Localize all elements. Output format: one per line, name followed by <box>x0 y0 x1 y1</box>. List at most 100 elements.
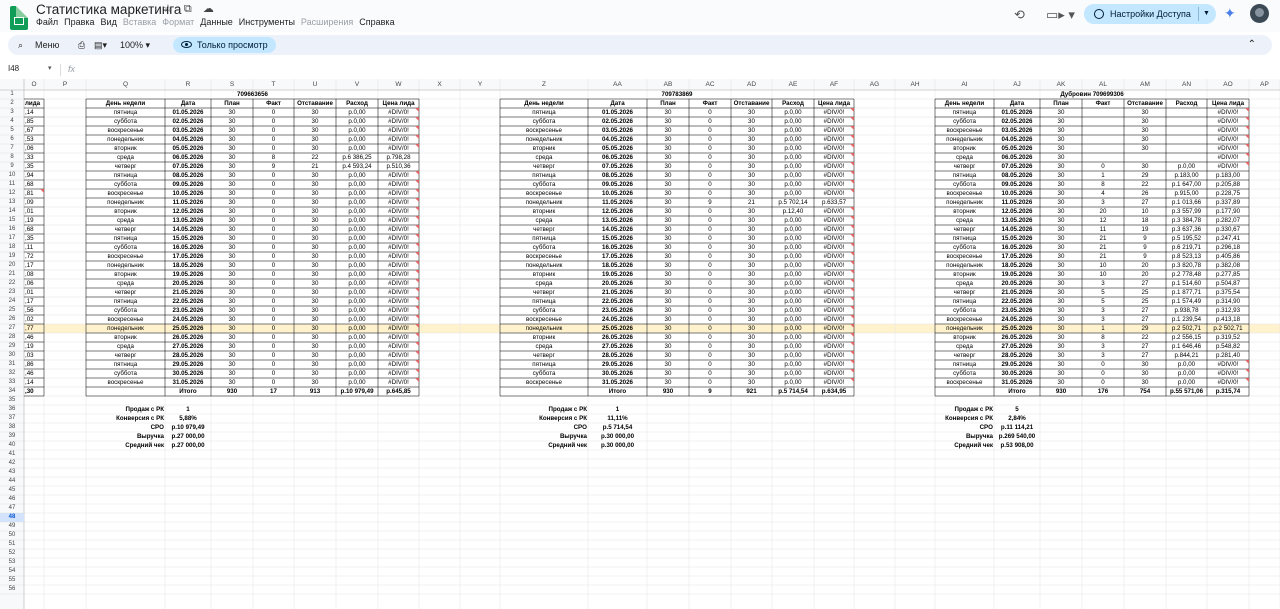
fact-cell[interactable]: 0 <box>689 270 731 279</box>
cell-col-o[interactable]: ,46 <box>24 369 44 378</box>
plan-cell[interactable]: 30 <box>647 306 689 315</box>
cpl-cell[interactable]: р.510,36 <box>378 162 419 171</box>
plan-cell[interactable]: 30 <box>647 333 689 342</box>
cpl-cell[interactable]: р.247,41 <box>1207 234 1249 243</box>
date-cell[interactable]: 28.05.2026 <box>165 351 211 360</box>
fact-cell[interactable]: 0 <box>253 342 294 351</box>
lag-cell[interactable]: 30 <box>294 144 336 153</box>
weekday-cell[interactable]: воскресенье <box>86 315 165 324</box>
plan-cell[interactable]: 30 <box>211 162 253 171</box>
lag-cell[interactable]: 9 <box>1124 234 1166 243</box>
total-label[interactable]: Итого <box>165 387 211 396</box>
plan-cell[interactable]: 30 <box>1040 360 1082 369</box>
weekday-cell[interactable]: вторник <box>500 207 588 216</box>
cpl-cell[interactable]: р.282,07 <box>1207 216 1249 225</box>
date-cell[interactable]: 10.05.2026 <box>588 189 647 198</box>
date-cell[interactable]: 27.05.2026 <box>588 342 647 351</box>
menu-button[interactable]: Меню <box>35 35 59 55</box>
plan-cell[interactable]: 30 <box>1040 234 1082 243</box>
cpl-cell[interactable]: #DIV/0! <box>1207 108 1249 117</box>
weekday-cell[interactable]: понедельник <box>86 261 165 270</box>
column-header-Y[interactable]: Y <box>460 79 500 90</box>
plan-cell[interactable]: 30 <box>211 297 253 306</box>
cell-col-o[interactable]: ,85 <box>24 117 44 126</box>
plan-cell[interactable]: 30 <box>1040 171 1082 180</box>
row-header-53[interactable]: 53 <box>0 558 24 567</box>
weekday-cell[interactable]: вторник <box>86 333 165 342</box>
spend-cell[interactable]: р.0,00 <box>772 369 814 378</box>
lag-cell[interactable]: 30 <box>731 243 772 252</box>
row-header-18[interactable]: 18 <box>0 243 24 252</box>
plan-cell[interactable]: 30 <box>211 135 253 144</box>
plan-cell[interactable]: 30 <box>1040 315 1082 324</box>
spend-cell[interactable]: р.0,00 <box>772 360 814 369</box>
spend-cell[interactable]: р.0,00 <box>336 234 378 243</box>
date-cell[interactable]: 22.05.2026 <box>165 297 211 306</box>
cpl-cell[interactable]: #DIV/0! <box>814 288 854 297</box>
date-cell[interactable]: 15.05.2026 <box>165 234 211 243</box>
cpl-cell[interactable]: #DIV/0! <box>378 324 419 333</box>
lag-cell[interactable]: 30 <box>731 225 772 234</box>
date-cell[interactable]: 29.05.2026 <box>994 360 1040 369</box>
fact-cell[interactable]: 0 <box>689 252 731 261</box>
row-header-13[interactable]: 13 <box>0 198 24 207</box>
spend-cell[interactable]: р.915,00 <box>1166 189 1207 198</box>
plan-cell[interactable]: 30 <box>1040 198 1082 207</box>
plan-cell[interactable]: 30 <box>647 216 689 225</box>
fact-cell[interactable] <box>1082 126 1124 135</box>
cpl-cell[interactable]: #DIV/0! <box>378 252 419 261</box>
column-label[interactable]: Дата <box>994 99 1040 108</box>
date-cell[interactable]: 28.05.2026 <box>588 351 647 360</box>
spend-cell[interactable]: р.0,00 <box>772 324 814 333</box>
menu-item-3[interactable]: Вставка <box>123 17 156 27</box>
weekday-cell[interactable]: воскресенье <box>86 126 165 135</box>
date-cell[interactable]: 04.05.2026 <box>588 135 647 144</box>
plan-cell[interactable]: 30 <box>1040 279 1082 288</box>
search-icon[interactable]: ⌕ <box>18 35 23 55</box>
menu-item-2[interactable]: Вид <box>101 17 117 27</box>
lag-cell[interactable]: 30 <box>731 207 772 216</box>
lag-cell[interactable]: 30 <box>731 324 772 333</box>
date-cell[interactable]: 06.05.2026 <box>994 153 1040 162</box>
row-header-20[interactable]: 20 <box>0 261 24 270</box>
cpl-cell[interactable]: #DIV/0! <box>378 135 419 144</box>
cell-col-o[interactable]: ,06 <box>24 144 44 153</box>
spend-cell[interactable]: р.0,00 <box>336 252 378 261</box>
plan-cell[interactable]: 30 <box>211 144 253 153</box>
cpl-cell[interactable]: #DIV/0! <box>378 369 419 378</box>
spend-cell[interactable]: р.844,21 <box>1166 351 1207 360</box>
cpl-cell[interactable]: #DIV/0! <box>1207 360 1249 369</box>
spend-cell[interactable]: р.0,00 <box>336 342 378 351</box>
lag-cell[interactable]: 21 <box>294 162 336 171</box>
weekday-cell[interactable]: воскресенье <box>935 126 994 135</box>
spend-cell[interactable]: р.0,00 <box>336 216 378 225</box>
cell-col-o[interactable]: ,35 <box>24 234 44 243</box>
lag-cell[interactable]: 30 <box>1124 144 1166 153</box>
plan-cell[interactable]: 30 <box>211 117 253 126</box>
fact-cell[interactable]: 0 <box>689 180 731 189</box>
fact-cell[interactable]: 0 <box>253 279 294 288</box>
date-cell[interactable]: 10.05.2026 <box>165 189 211 198</box>
column-label[interactable]: План <box>1040 99 1082 108</box>
plan-cell[interactable]: 30 <box>1040 351 1082 360</box>
weekday-cell[interactable]: четверг <box>935 162 994 171</box>
spend-cell[interactable]: р.1 646,46 <box>1166 342 1207 351</box>
summary-label[interactable]: Продаж с РК <box>935 405 994 414</box>
fact-cell[interactable]: 0 <box>689 333 731 342</box>
column-label[interactable]: Отставание <box>294 99 336 108</box>
total-plan[interactable]: 930 <box>647 387 689 396</box>
fact-cell[interactable]: 3 <box>1082 198 1124 207</box>
weekday-cell[interactable]: понедельник <box>86 198 165 207</box>
weekday-cell[interactable]: суббота <box>500 243 588 252</box>
total-spend[interactable]: р.5 714,54 <box>772 387 814 396</box>
row-header-46[interactable]: 46 <box>0 495 24 504</box>
cell-col-o[interactable]: ,01 <box>24 207 44 216</box>
date-cell[interactable]: 07.05.2026 <box>588 162 647 171</box>
plan-cell[interactable]: 30 <box>1040 225 1082 234</box>
date-cell[interactable]: 15.05.2026 <box>588 234 647 243</box>
spend-cell[interactable]: р.0,00 <box>772 234 814 243</box>
plan-cell[interactable]: 30 <box>647 207 689 216</box>
lag-cell[interactable]: 30 <box>731 135 772 144</box>
lag-cell[interactable]: 30 <box>731 315 772 324</box>
date-cell[interactable]: 20.05.2026 <box>165 279 211 288</box>
